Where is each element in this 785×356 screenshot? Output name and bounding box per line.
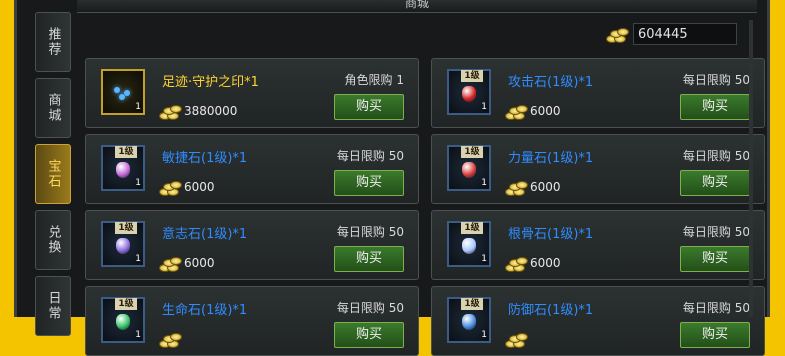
tab-recommend[interactable]: 推荐 [35,12,71,72]
purchase-limit: 每日限购 50 [336,225,404,239]
item-name: 防御石(1级)*1 [508,303,594,318]
purchase-limit: 每日限购 50 [682,73,750,87]
gold-coins-icon [158,177,182,197]
item-name: 生命石(1级)*1 [162,303,248,318]
life-stone-icon[interactable]: 1级 1 [101,297,145,343]
item-name: 意志石(1级)*1 [162,227,248,242]
purchase-limit: 角色限购 1 [344,73,404,87]
item-quantity: 1 [135,330,141,340]
level-badge: 1级 [461,298,483,310]
gold-coins-icon [605,24,629,44]
price-value: 6000 [530,256,561,270]
shop-item-card: 1级 1 攻击石(1级)*1 每日限购 50 6000 购买 [431,58,765,128]
shop-item-card: 1级 1 防御石(1级)*1 每日限购 50 购买 [431,286,765,356]
buy-button[interactable]: 购买 [334,246,404,272]
item-price: 6000 [158,177,215,197]
item-price: 3880000 [158,101,237,121]
shop-item-card: 1级 1 敏捷石(1级)*1 每日限购 50 6000 购买 [85,134,419,204]
strength-stone-icon[interactable]: 1级 1 [447,145,491,191]
item-quantity: 1 [481,254,487,264]
buy-button[interactable]: 购买 [680,94,750,120]
item-quantity: 1 [481,178,487,188]
level-badge: 1级 [461,222,483,234]
item-name: 力量石(1级)*1 [508,151,594,166]
price-value: 3880000 [184,104,238,118]
gem-icon [116,238,130,254]
gem-icon [462,314,476,330]
gold-coins-icon [504,101,528,121]
window-title: 商城 [77,0,757,13]
purchase-limit: 每日限购 50 [336,301,404,315]
root-bone-stone-icon[interactable]: 1级 1 [447,221,491,267]
tab-exchange[interactable]: 兑换 [35,210,71,270]
item-price: 6000 [504,101,561,121]
item-name: 攻击石(1级)*1 [508,75,594,90]
gem-icon [462,162,476,178]
item-quantity: 1 [135,178,141,188]
item-quantity: 1 [481,102,487,112]
item-quantity: 1 [481,330,487,340]
item-quantity: 1 [135,102,141,112]
footprint-seal-icon[interactable]: 1 [101,69,145,115]
gem-icon [462,86,476,102]
item-name: 足迹·守护之印*1 [162,75,259,90]
shop-item-card: 1级 1 生命石(1级)*1 每日限购 50 购买 [85,286,419,356]
level-badge: 1级 [115,222,137,234]
footprint-icon [112,85,138,100]
buy-button[interactable]: 购买 [334,322,404,348]
shop-panel: 商城 推荐 商城 宝石 兑换 日常 604445 1 足迹·守护之印*1 角色限购 … [14,0,770,356]
purchase-limit: 每日限购 50 [682,301,750,315]
item-quantity: 1 [135,254,141,264]
purchase-limit: 每日限购 50 [682,149,750,163]
gem-icon [116,162,130,178]
level-badge: 1级 [115,298,137,310]
gold-coins-icon [504,329,528,349]
item-name: 敏捷石(1级)*1 [162,151,248,166]
buy-button[interactable]: 购买 [680,246,750,272]
gold-coins-icon [158,253,182,273]
shop-item-card: 1级 1 意志石(1级)*1 每日限购 50 6000 购买 [85,210,419,280]
currency-value: 604445 [633,23,737,45]
level-badge: 1级 [115,146,137,158]
item-name: 根骨石(1级)*1 [508,227,594,242]
buy-button[interactable]: 购买 [334,94,404,120]
currency-display: 604445 [605,23,737,45]
gold-coins-icon [158,101,182,121]
purchase-limit: 每日限购 50 [682,225,750,239]
item-price [158,329,184,349]
item-price: 6000 [504,177,561,197]
buy-button[interactable]: 购买 [334,170,404,196]
level-badge: 1级 [461,70,483,82]
gem-icon [462,238,476,254]
item-price: 6000 [158,253,215,273]
buy-button[interactable]: 购买 [680,322,750,348]
item-price [504,329,530,349]
will-stone-icon[interactable]: 1级 1 [101,221,145,267]
gold-coins-icon [504,177,528,197]
level-badge: 1级 [461,146,483,158]
price-value: 6000 [184,256,215,270]
defense-stone-icon[interactable]: 1级 1 [447,297,491,343]
price-value: 6000 [530,104,561,118]
tab-shop[interactable]: 商城 [35,78,71,138]
item-price: 6000 [504,253,561,273]
tab-daily[interactable]: 日常 [35,276,71,336]
price-value: 6000 [530,180,561,194]
tab-gems[interactable]: 宝石 [35,144,71,204]
shop-item-card: 1级 1 根骨石(1级)*1 每日限购 50 6000 购买 [431,210,765,280]
buy-button[interactable]: 购买 [680,170,750,196]
scrollbar[interactable] [749,20,753,317]
gold-coins-icon [504,253,528,273]
shop-item-card: 1级 1 力量石(1级)*1 每日限购 50 6000 购买 [431,134,765,204]
price-value: 6000 [184,180,215,194]
gold-coins-icon [158,329,182,349]
purchase-limit: 每日限购 50 [336,149,404,163]
attack-stone-icon[interactable]: 1级 1 [447,69,491,115]
gem-icon [116,314,130,330]
agility-stone-icon[interactable]: 1级 1 [101,145,145,191]
shop-item-card: 1 足迹·守护之印*1 角色限购 1 3880000 购买 [85,58,419,128]
